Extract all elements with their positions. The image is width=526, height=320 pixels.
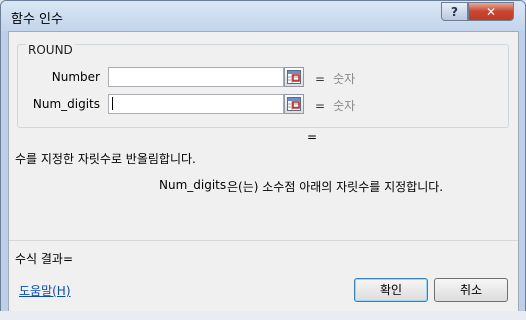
close-button[interactable]: ✕ [468, 2, 514, 21]
help-title-button[interactable]: ? [441, 2, 468, 21]
number-collapse-button[interactable] [284, 67, 304, 87]
arg-description-name: Num_digits [159, 178, 227, 192]
cancel-button[interactable]: 취소 [434, 278, 508, 302]
function-result-eq: = [307, 130, 318, 144]
question-icon: ? [451, 5, 458, 19]
divider [9, 240, 518, 241]
background-strip [0, 311, 526, 320]
range-select-icon [287, 97, 301, 111]
num-digits-eq: = 숫자 [315, 99, 356, 113]
text-caret [112, 97, 113, 110]
arg-label-num-digits: Num_digits [32, 97, 100, 111]
arg-description-text: 은(는) 소수점 아래의 자릿수를 지정합니다. [227, 180, 444, 194]
number-input[interactable] [108, 67, 284, 87]
formula-result-label: 수식 결과= [15, 252, 74, 266]
num-digits-result: 숫자 [333, 99, 356, 113]
function-arguments-dialog: 함수 인수 ? ✕ ROUND Number = 숫자 Num_digits =… [0, 0, 526, 320]
function-group: ROUND Number = 숫자 Num_digits = 숫자 [17, 43, 509, 128]
number-result: 숫자 [333, 72, 356, 86]
number-eq: = 숫자 [315, 72, 356, 86]
help-link[interactable]: 도움말(H) [19, 282, 71, 299]
range-select-icon [287, 70, 301, 84]
window-title: 함수 인수 [11, 12, 63, 27]
function-description: 수를 지정한 자릿수로 반올림합니다. [15, 152, 196, 166]
title-bar[interactable]: 함수 인수 ? ✕ [1, 1, 525, 31]
num-digits-field[interactable] [108, 94, 284, 114]
num-digits-collapse-button[interactable] [284, 94, 304, 114]
arg-label-number: Number [51, 70, 100, 84]
close-icon: ✕ [485, 5, 497, 19]
dialog-client-area: ROUND Number = 숫자 Num_digits = 숫자 = 수를 지… [8, 31, 519, 313]
function-name-label: ROUND [26, 43, 75, 57]
num-digits-input[interactable] [108, 94, 284, 114]
ok-button[interactable]: 확인 [354, 278, 428, 302]
